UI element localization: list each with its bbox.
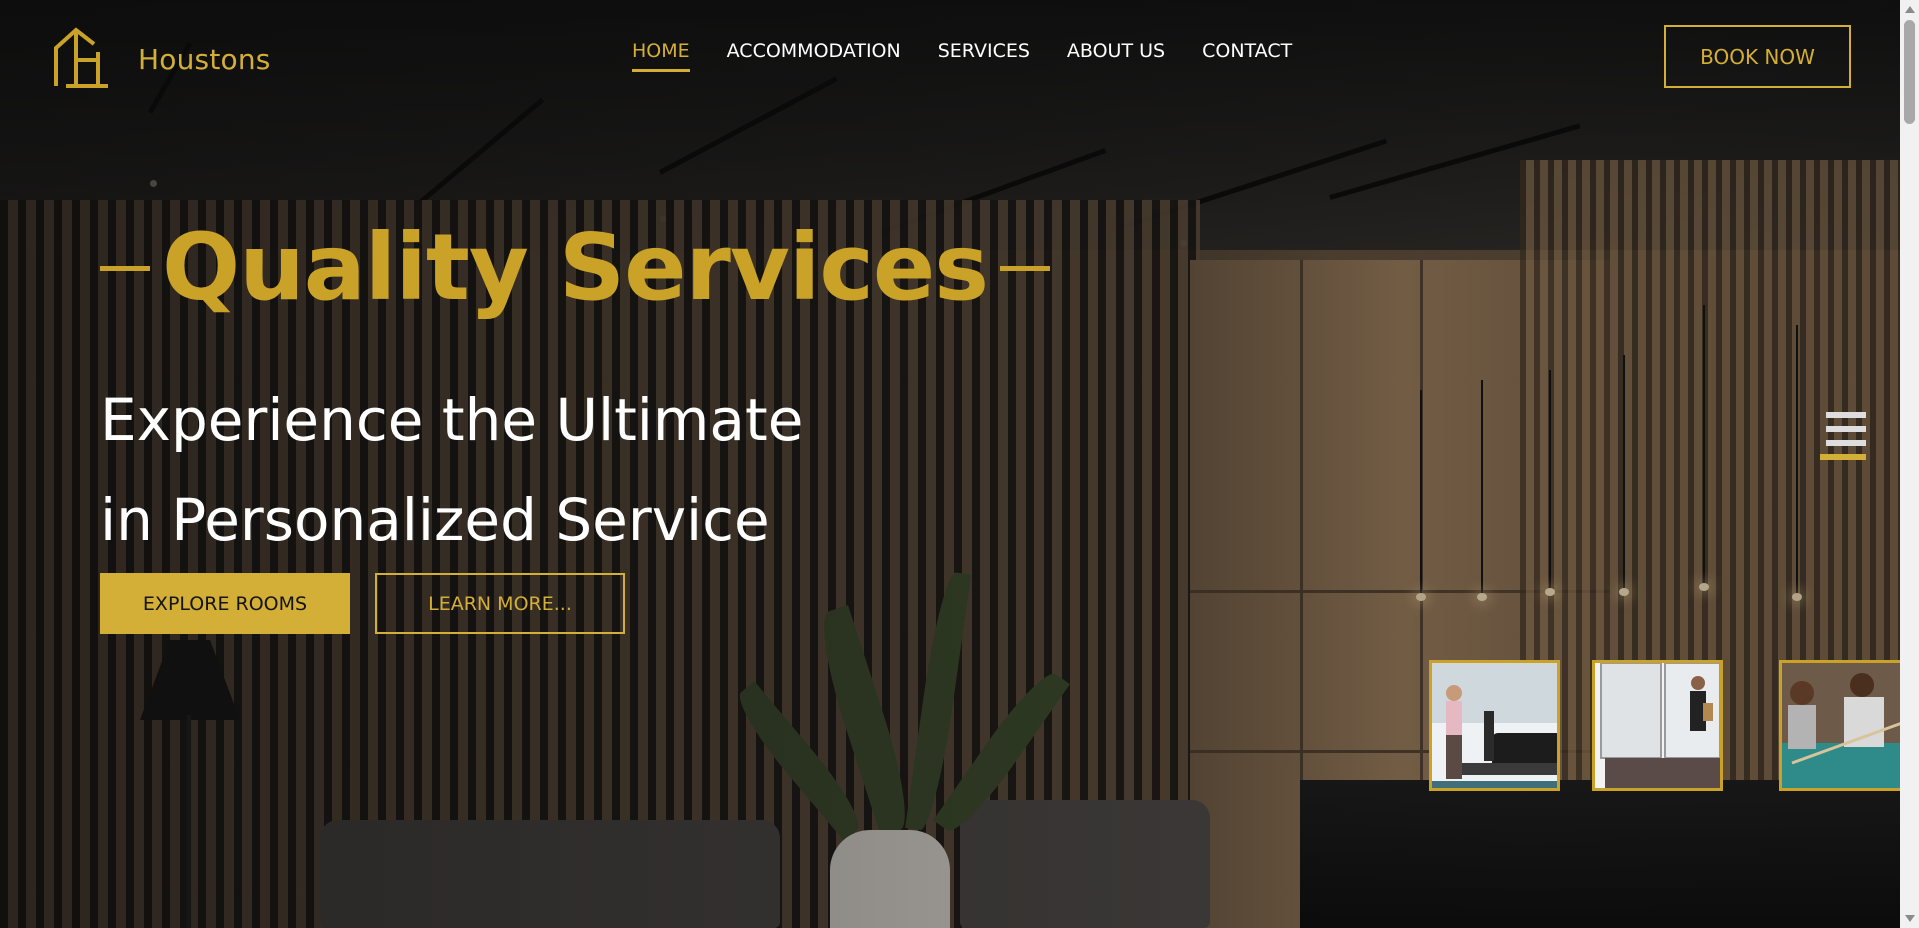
- brand-logo[interactable]: Houstons: [54, 26, 271, 92]
- hotel-entrance-image[interactable]: [1592, 660, 1723, 791]
- explore-rooms-button[interactable]: EXPLORE ROOMS: [100, 573, 350, 634]
- gym-treadmill-image[interactable]: [1429, 660, 1560, 791]
- site-header: Houstons HOME ACCOMMODATION SERVICES ABO…: [0, 0, 1900, 110]
- main-nav: HOME ACCOMMODATION SERVICES ABOUT US CON…: [632, 40, 1292, 72]
- hero-eyebrow: Quality Services: [100, 214, 1051, 321]
- nav-services[interactable]: SERVICES: [938, 40, 1030, 72]
- nav-about-us[interactable]: ABOUT US: [1067, 40, 1165, 72]
- brand-name: Houstons: [138, 42, 271, 76]
- scrollbar-thumb[interactable]: [1904, 20, 1915, 124]
- nav-home[interactable]: HOME: [632, 40, 690, 72]
- nav-accommodation[interactable]: ACCOMMODATION: [727, 40, 901, 72]
- scroll-down-arrow-icon[interactable]: [1905, 915, 1915, 922]
- learn-more-button[interactable]: LEARN MORE...: [375, 573, 625, 634]
- page-scrollbar[interactable]: [1900, 0, 1919, 928]
- eyebrow-dash-left: [100, 265, 150, 271]
- billiards-image[interactable]: [1779, 660, 1904, 791]
- headline-line-2: in Personalized Service: [100, 486, 770, 554]
- hamburger-menu-icon[interactable]: [1820, 412, 1866, 462]
- headline-line-1: Experience the Ultimate: [100, 386, 804, 454]
- hero-eyebrow-title: Quality Services: [162, 214, 989, 321]
- book-now-button[interactable]: BOOK NOW: [1664, 25, 1851, 88]
- house-h-logo-icon: [54, 26, 110, 92]
- eyebrow-dash-right: [1000, 265, 1051, 271]
- hero-headline: Experience the Ultimate in Personalized …: [100, 370, 803, 570]
- scroll-up-arrow-icon[interactable]: [1905, 6, 1915, 13]
- nav-contact[interactable]: CONTACT: [1202, 40, 1292, 72]
